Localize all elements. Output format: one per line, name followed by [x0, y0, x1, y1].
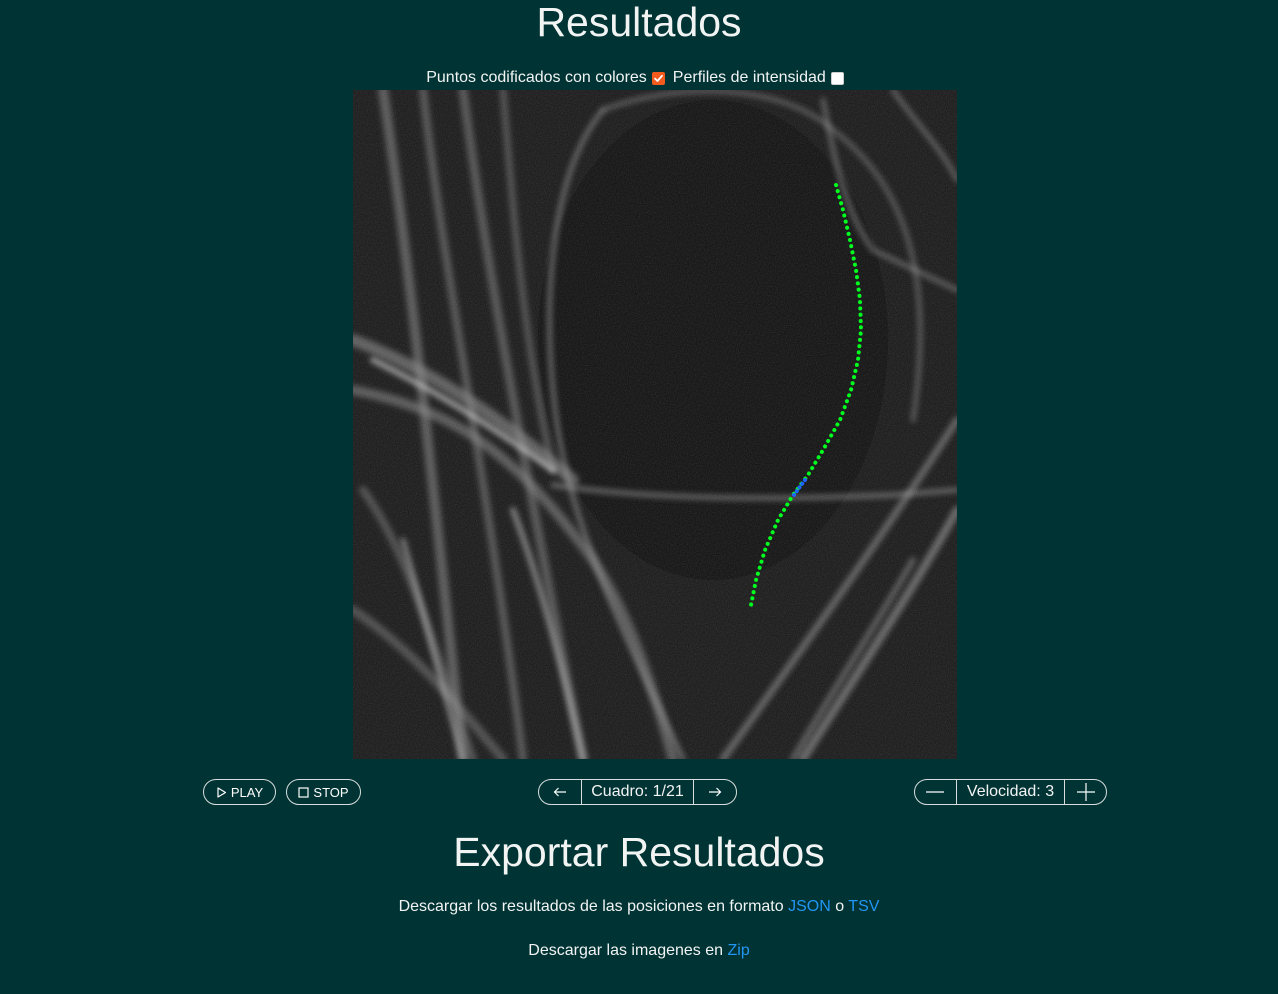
page-title: Resultados [536, 0, 742, 45]
display-options: Puntos codificados con colores Perfiles … [0, 68, 1278, 88]
intensity-profiles-checkbox[interactable] [830, 72, 844, 85]
speed-control: Velocidad: 3 [914, 779, 1107, 805]
color-points-label: Puntos codificados con colores [426, 69, 647, 86]
zip-link[interactable]: Zip [727, 942, 749, 959]
microscopy-image [353, 90, 957, 759]
check-icon [653, 74, 663, 82]
frame-navigator: Cuadro: 1/21 [538, 779, 737, 805]
image-viewer[interactable] [353, 90, 957, 759]
minus-icon [926, 791, 945, 793]
speed-value: Velocidad: 3 [955, 780, 1065, 804]
stop-label: STOP [313, 784, 349, 800]
next-frame-button[interactable] [693, 780, 736, 804]
play-button[interactable]: PLAY [203, 779, 276, 805]
increase-speed-button[interactable] [1064, 780, 1106, 804]
stop-icon [298, 786, 310, 798]
positions-text: Descargar los resultados de las posicion… [398, 898, 784, 915]
intensity-profiles-label: Perfiles de intensidad [672, 69, 826, 86]
arrow-right-icon [709, 787, 722, 797]
export-title: Exportar Resultados [453, 829, 825, 875]
images-download-line: Descargar las imagenes en Zip [0, 941, 1278, 961]
images-text: Descargar las imagenes en [528, 942, 724, 959]
color-points-checkbox[interactable] [651, 72, 665, 85]
play-label: PLAY [230, 784, 264, 800]
decrease-speed-button[interactable] [915, 780, 956, 804]
playback-controls: PLAY STOP Cuadro: 1/21 Velocidad: 3 [0, 779, 1278, 805]
positions-download-line: Descargar los resultados de las posicion… [0, 897, 1278, 917]
stop-button[interactable]: STOP [286, 779, 361, 805]
frame-counter: Cuadro: 1/21 [580, 780, 694, 804]
arrow-left-icon [553, 787, 566, 797]
tsv-link[interactable]: TSV [848, 898, 879, 915]
prev-frame-button[interactable] [539, 780, 581, 804]
plus-icon [1076, 783, 1095, 801]
or-text: o [835, 898, 845, 915]
play-icon [217, 786, 226, 798]
json-link[interactable]: JSON [788, 898, 831, 915]
